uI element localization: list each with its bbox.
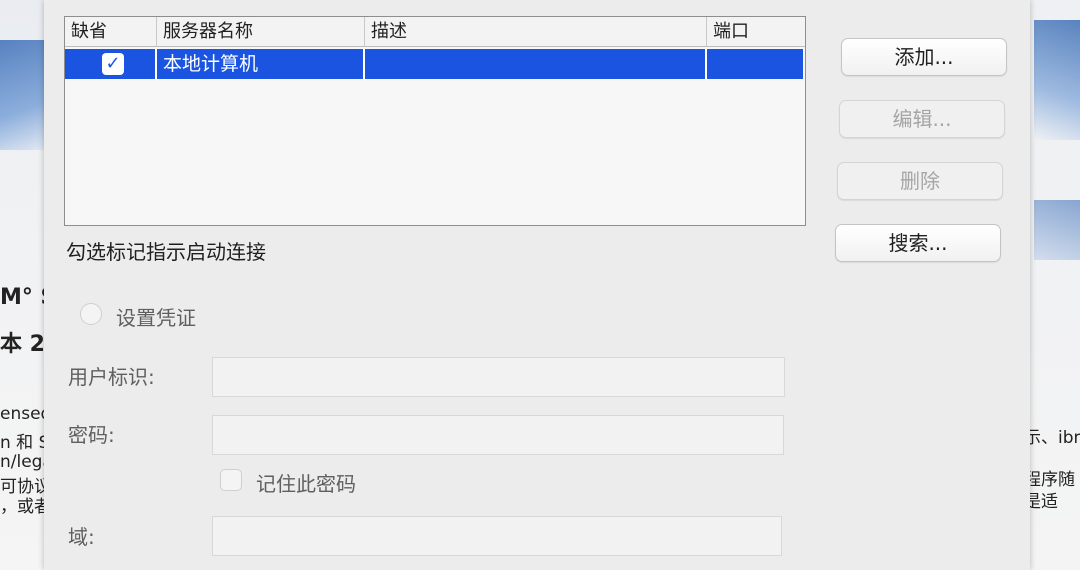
domain-field[interactable] [212, 516, 782, 556]
column-header-default[interactable]: 缺省 [65, 17, 157, 47]
password-field[interactable] [212, 415, 784, 455]
checkmark-icon[interactable]: ✓ [102, 53, 124, 75]
server-list-table[interactable]: 缺省 服务器名称 描述 端口 ✓ 本地计算机 [64, 16, 806, 226]
startup-hint-text: 勾选标记指示启动连接 [66, 240, 266, 264]
column-header-port[interactable]: 端口 [707, 17, 805, 47]
column-header-description[interactable]: 描述 [365, 17, 707, 47]
edit-button[interactable]: 编辑... [839, 100, 1005, 138]
remember-password-checkbox[interactable] [220, 469, 242, 491]
description-cell[interactable] [365, 49, 707, 79]
search-button[interactable]: 搜索... [835, 224, 1001, 262]
table-header: 缺省 服务器名称 描述 端口 [65, 17, 805, 47]
background-window-right: 示、ibm 程序随 是适 [1024, 0, 1080, 570]
background-banner-right [1034, 20, 1080, 140]
remember-password-label: 记住此密码 [256, 472, 356, 496]
background-text: 示、ibm [1024, 428, 1080, 448]
delete-button[interactable]: 删除 [837, 162, 1003, 200]
background-banner-right-lower [1034, 200, 1080, 260]
table-row[interactable]: ✓ 本地计算机 [65, 49, 803, 79]
port-cell[interactable] [707, 49, 803, 79]
add-button[interactable]: 添加... [841, 38, 1007, 76]
server-connection-dialog: 缺省 服务器名称 描述 端口 ✓ 本地计算机 勾选标记指示启动连接 添加... … [44, 0, 1030, 570]
set-credentials-checkbox[interactable] [80, 303, 102, 325]
user-id-label: 用户标识: [68, 365, 155, 389]
password-label: 密码: [68, 423, 115, 447]
column-header-server-name[interactable]: 服务器名称 [157, 17, 365, 47]
user-id-field[interactable] [212, 357, 785, 397]
set-credentials-label: 设置凭证 [116, 306, 196, 330]
domain-label: 域: [68, 525, 95, 549]
server-name-cell[interactable]: 本地计算机 [157, 49, 365, 79]
default-checkbox-cell[interactable]: ✓ [65, 49, 157, 79]
